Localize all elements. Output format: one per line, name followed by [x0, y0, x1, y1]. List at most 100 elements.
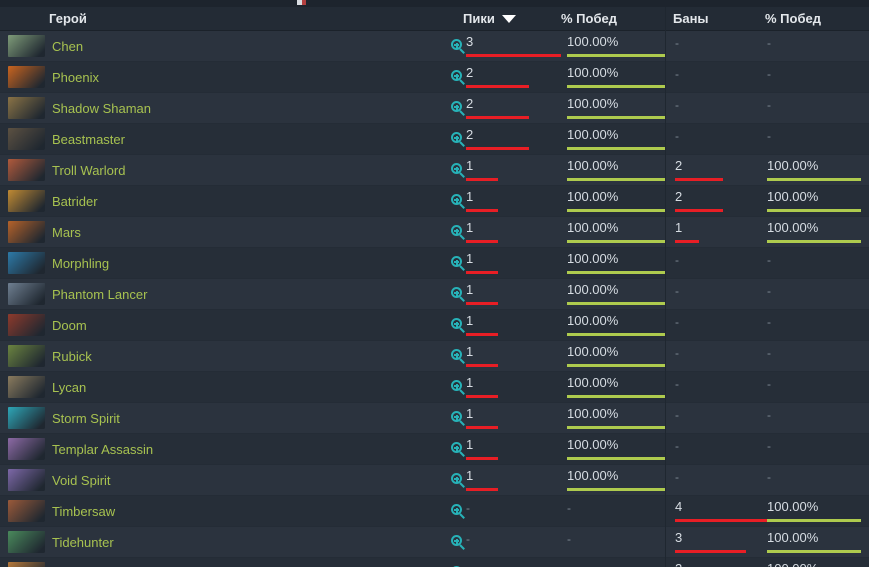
- cell-picks: 2: [466, 96, 474, 111]
- magnifier-plus-icon[interactable]: [451, 473, 466, 488]
- column-header-hero[interactable]: Герой: [49, 7, 87, 31]
- cell-bans: -: [675, 129, 679, 143]
- hero-portrait[interactable]: [8, 562, 45, 567]
- cell-pick-winrate: 100.00%: [567, 34, 619, 49]
- picks-bar: [466, 395, 498, 398]
- cell-pick-winrate: 100.00%: [567, 468, 619, 483]
- magnifier-plus-icon[interactable]: [451, 287, 466, 302]
- hero-name-link[interactable]: Phantom Lancer: [52, 279, 147, 310]
- hero-name-link[interactable]: Shadow Shaman: [52, 93, 151, 124]
- hero-name-link[interactable]: Storm Spirit: [52, 403, 120, 434]
- column-header-picks[interactable]: Пики: [463, 7, 516, 31]
- hero-name-link[interactable]: Tidehunter: [52, 527, 114, 558]
- hero-name-link[interactable]: Chen: [52, 31, 83, 62]
- magnifier-plus-icon[interactable]: [451, 442, 466, 457]
- hero-portrait[interactable]: [8, 252, 45, 274]
- hero-portrait[interactable]: [8, 376, 45, 398]
- hero-portrait[interactable]: [8, 314, 45, 336]
- pick-winrate-bar: [567, 240, 665, 243]
- hero-name-link[interactable]: Void Spirit: [52, 465, 111, 496]
- hero-name-link[interactable]: Lycan: [52, 372, 86, 403]
- magnifier-plus-icon[interactable]: [451, 163, 466, 178]
- cell-picks: 1: [466, 158, 474, 173]
- hero-portrait-image: [8, 159, 45, 181]
- hero-name-link[interactable]: Timbersaw: [52, 496, 115, 527]
- table-row[interactable]: Tidehunter - - 3 100.00%: [0, 527, 869, 558]
- magnifier-plus-icon[interactable]: [451, 39, 466, 54]
- hero-portrait[interactable]: [8, 469, 45, 491]
- magnifier-plus-icon[interactable]: [451, 411, 466, 426]
- table-row[interactable]: Storm Spirit 1 100.00% - -: [0, 403, 869, 434]
- table-row[interactable]: Mars 1 100.00% 1 100.00%: [0, 217, 869, 248]
- magnifier-plus-icon[interactable]: [451, 535, 466, 550]
- hero-portrait[interactable]: [8, 407, 45, 429]
- cell-pick-winrate: 100.00%: [567, 282, 619, 297]
- cell-picks: 1: [466, 189, 474, 204]
- cell-bans: 2: [675, 189, 683, 204]
- column-header-ban-winrate[interactable]: % Побед: [765, 7, 821, 31]
- magnifier-plus-icon[interactable]: [451, 380, 466, 395]
- magnifier-plus-icon[interactable]: [451, 225, 466, 240]
- pick-winrate-bar: [567, 116, 665, 119]
- hero-name-link[interactable]: Templar Assassin: [52, 434, 153, 465]
- table-row[interactable]: - - 2 100.00%: [0, 558, 869, 567]
- table-row[interactable]: Morphling 1 100.00% - -: [0, 248, 869, 279]
- pick-winrate-bar: [567, 54, 665, 57]
- magnifier-plus-icon[interactable]: [451, 318, 466, 333]
- hero-name-link[interactable]: Batrider: [52, 186, 98, 217]
- hero-portrait[interactable]: [8, 35, 45, 57]
- cell-pick-winrate: -: [567, 563, 571, 567]
- magnifier-plus-icon[interactable]: [451, 132, 466, 147]
- table-row[interactable]: Doom 1 100.00% - -: [0, 310, 869, 341]
- magnifier-plus-icon[interactable]: [451, 70, 466, 85]
- hero-name-link[interactable]: Mars: [52, 217, 81, 248]
- hero-portrait-image: [8, 376, 45, 398]
- hero-portrait[interactable]: [8, 500, 45, 522]
- magnifier-plus-icon[interactable]: [451, 349, 466, 364]
- table-row[interactable]: Beastmaster 2 100.00% - -: [0, 124, 869, 155]
- column-header-bans[interactable]: Баны: [673, 7, 709, 31]
- table-row[interactable]: Troll Warlord 1 100.00% 2 100.00%: [0, 155, 869, 186]
- hero-portrait[interactable]: [8, 221, 45, 243]
- cell-bans: -: [675, 377, 679, 391]
- hero-portrait[interactable]: [8, 159, 45, 181]
- hero-portrait[interactable]: [8, 128, 45, 150]
- hero-portrait[interactable]: [8, 345, 45, 367]
- table-row[interactable]: Chen 3 100.00% - -: [0, 31, 869, 62]
- table-row[interactable]: Phantom Lancer 1 100.00% - -: [0, 279, 869, 310]
- cell-picks: 1: [466, 406, 474, 421]
- hero-name-link[interactable]: Beastmaster: [52, 124, 125, 155]
- hero-portrait[interactable]: [8, 66, 45, 88]
- hero-portrait[interactable]: [8, 190, 45, 212]
- column-group-divider: [665, 7, 666, 567]
- column-header-pick-winrate[interactable]: % Побед: [561, 7, 617, 31]
- cell-ban-winrate: 100.00%: [767, 189, 819, 204]
- hero-name-link[interactable]: Rubick: [52, 341, 92, 372]
- table-row[interactable]: Templar Assassin 1 100.00% - -: [0, 434, 869, 465]
- table-row[interactable]: Phoenix 2 100.00% - -: [0, 62, 869, 93]
- magnifier-plus-icon[interactable]: [451, 504, 466, 519]
- hero-name-link[interactable]: Troll Warlord: [52, 155, 125, 186]
- table-row[interactable]: Timbersaw - - 4 100.00%: [0, 496, 869, 527]
- hero-portrait[interactable]: [8, 531, 45, 553]
- cell-bans: -: [675, 315, 679, 329]
- magnifier-plus-icon[interactable]: [451, 101, 466, 116]
- hero-portrait[interactable]: [8, 283, 45, 305]
- table-row[interactable]: Shadow Shaman 2 100.00% - -: [0, 93, 869, 124]
- ban-winrate-bar: [767, 178, 861, 181]
- hero-portrait[interactable]: [8, 438, 45, 460]
- cell-bans: -: [675, 408, 679, 422]
- table-row[interactable]: Batrider 1 100.00% 2 100.00%: [0, 186, 869, 217]
- hero-name-link[interactable]: Phoenix: [52, 62, 99, 93]
- ban-winrate-bar: [767, 209, 861, 212]
- hero-portrait[interactable]: [8, 97, 45, 119]
- picks-bar: [466, 54, 561, 57]
- table-row[interactable]: Rubick 1 100.00% - -: [0, 341, 869, 372]
- hero-name-link[interactable]: Doom: [52, 310, 87, 341]
- hero-name-link[interactable]: Morphling: [52, 248, 109, 279]
- bans-bar: [675, 240, 699, 243]
- table-row[interactable]: Void Spirit 1 100.00% - -: [0, 465, 869, 496]
- magnifier-plus-icon[interactable]: [451, 256, 466, 271]
- table-row[interactable]: Lycan 1 100.00% - -: [0, 372, 869, 403]
- magnifier-plus-icon[interactable]: [451, 194, 466, 209]
